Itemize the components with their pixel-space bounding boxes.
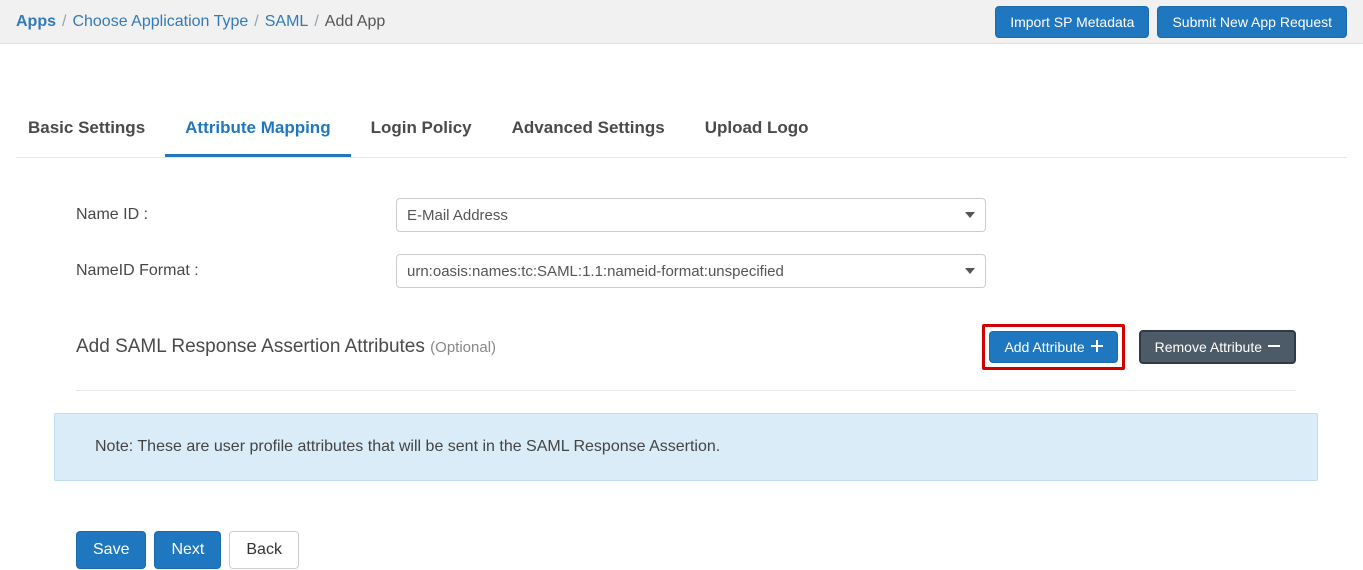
tabs: Basic Settings Attribute Mapping Login P… xyxy=(16,104,1347,158)
note-box: Note: These are user profile attributes … xyxy=(54,413,1318,481)
breadcrumb-sep: / xyxy=(62,13,66,31)
name-id-row: Name ID : E-Mail Address xyxy=(76,198,1296,232)
breadcrumb-link-saml[interactable]: SAML xyxy=(265,13,309,31)
assertion-attributes-section: Add SAML Response Assertion Attributes (… xyxy=(76,324,1296,391)
tab-upload-logo[interactable]: Upload Logo xyxy=(685,104,829,157)
breadcrumb: Apps / Choose Application Type / SAML / … xyxy=(16,13,385,31)
form-area: Name ID : E-Mail Address NameID Format :… xyxy=(16,158,1336,569)
add-attribute-highlight: Add Attribute xyxy=(982,324,1124,370)
nameid-format-row: NameID Format : urn:oasis:names:tc:SAML:… xyxy=(76,254,1296,288)
import-sp-metadata-button[interactable]: Import SP Metadata xyxy=(995,6,1149,38)
note-prefix: Note: xyxy=(95,438,133,455)
note-text: These are user profile attributes that w… xyxy=(133,438,720,455)
nameid-format-select[interactable]: urn:oasis:names:tc:SAML:1.1:nameid-forma… xyxy=(396,254,986,288)
breadcrumb-current: Add App xyxy=(325,13,386,31)
tab-login-policy[interactable]: Login Policy xyxy=(351,104,492,157)
tab-advanced-settings[interactable]: Advanced Settings xyxy=(492,104,685,157)
submit-new-app-request-button[interactable]: Submit New App Request xyxy=(1157,6,1347,38)
plus-icon xyxy=(1091,340,1103,354)
content-area: Basic Settings Attribute Mapping Login P… xyxy=(0,104,1363,569)
minus-icon xyxy=(1268,340,1280,354)
section-title: Add SAML Response Assertion Attributes (… xyxy=(76,336,496,358)
remove-attribute-button[interactable]: Remove Attribute xyxy=(1139,330,1296,364)
breadcrumb-sep: / xyxy=(254,13,258,31)
top-bar: Apps / Choose Application Type / SAML / … xyxy=(0,0,1363,44)
name-id-label: Name ID : xyxy=(76,206,396,224)
add-attribute-button[interactable]: Add Attribute xyxy=(989,331,1117,363)
add-attribute-label: Add Attribute xyxy=(1004,340,1084,354)
remove-attribute-label: Remove Attribute xyxy=(1155,340,1262,354)
tab-attribute-mapping[interactable]: Attribute Mapping xyxy=(165,104,350,157)
header-buttons: Import SP Metadata Submit New App Reques… xyxy=(995,6,1347,38)
save-button[interactable]: Save xyxy=(76,531,146,569)
breadcrumb-link-choose-application-type[interactable]: Choose Application Type xyxy=(72,13,248,31)
back-button[interactable]: Back xyxy=(229,531,299,569)
next-button[interactable]: Next xyxy=(154,531,221,569)
footer-buttons: Save Next Back xyxy=(76,531,1296,569)
name-id-select[interactable]: E-Mail Address xyxy=(396,198,986,232)
nameid-format-label: NameID Format : xyxy=(76,262,396,280)
section-actions: Add Attribute Remove Attribute xyxy=(982,324,1296,370)
tab-basic-settings[interactable]: Basic Settings xyxy=(16,104,165,157)
breadcrumb-link-apps[interactable]: Apps xyxy=(16,13,56,31)
breadcrumb-sep: / xyxy=(314,13,318,31)
section-optional-hint: (Optional) xyxy=(430,339,496,356)
